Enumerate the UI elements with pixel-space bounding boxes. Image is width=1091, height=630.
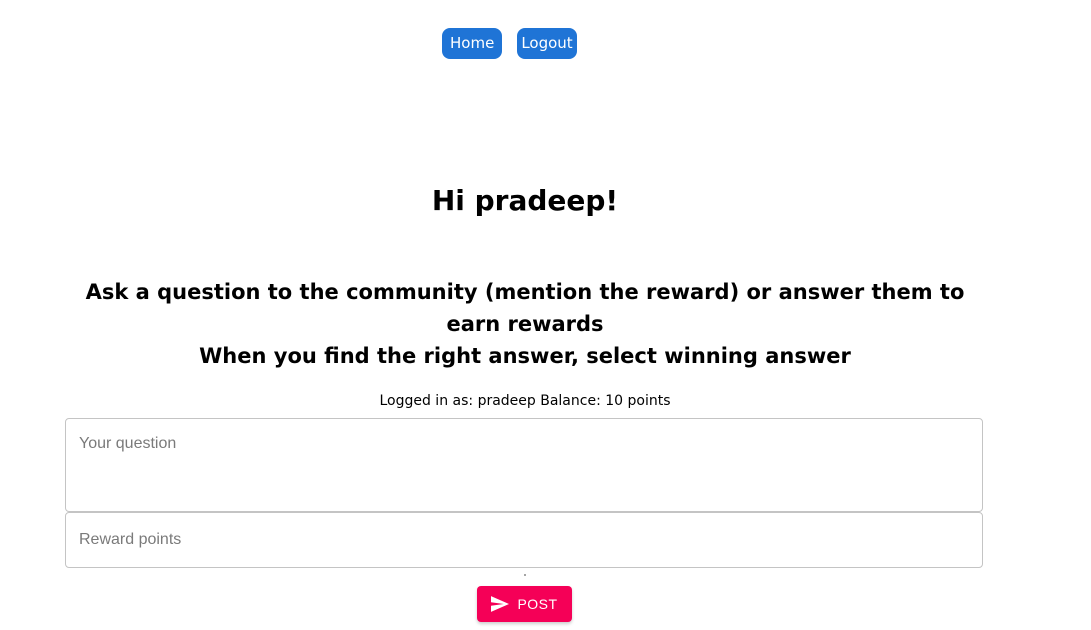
question-input[interactable] <box>66 419 982 511</box>
instructions-heading: Ask a question to the community (mention… <box>65 276 985 372</box>
reward-field <box>65 512 983 568</box>
reward-points-input[interactable] <box>66 513 982 567</box>
page: Home Logout Hi pradeep! Ask a question t… <box>0 0 1091 630</box>
logout-button[interactable]: Logout <box>517 28 577 59</box>
greeting-heading: Hi pradeep! <box>431 184 619 217</box>
top-nav: Home Logout <box>442 28 577 59</box>
question-field <box>65 418 983 512</box>
divider-dot <box>524 574 526 576</box>
send-icon <box>491 596 510 612</box>
home-button[interactable]: Home <box>442 28 502 59</box>
instructions-line-2: When you find the right answer, select w… <box>199 344 851 368</box>
instructions-line-1: Ask a question to the community (mention… <box>85 280 965 336</box>
login-status: Logged in as: pradeep Balance: 10 points <box>379 393 671 409</box>
post-button[interactable]: POST <box>477 586 572 622</box>
post-button-label: POST <box>517 596 558 612</box>
